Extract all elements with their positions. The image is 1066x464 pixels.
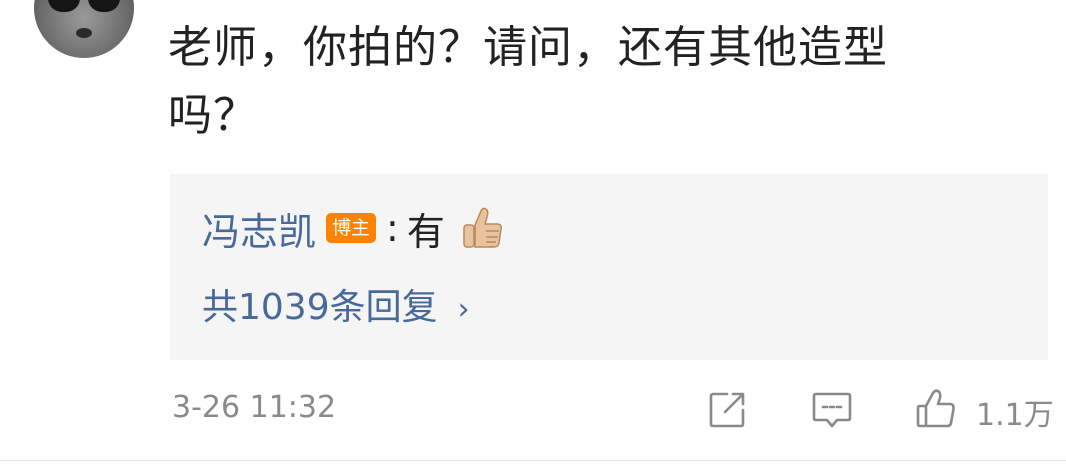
comment-icon[interactable] [811,388,853,430]
more-replies-link[interactable]: 共1039条回复 › [202,278,470,330]
like-count: 1.1万 [976,398,1054,433]
reply-content: 有 [406,209,445,254]
reply-author-name[interactable]: 冯志凯 [202,201,316,256]
like-icon[interactable] [915,388,957,430]
thumbs-up-emoji-icon [463,207,502,248]
reply-preview-box[interactable]: 冯志凯 博主 : 有 共1039条回复 › [170,174,1048,360]
reply-row: 冯志凯 博主 : 有 [202,202,505,254]
comment-text-line2: 吗？ [168,90,258,141]
avatar[interactable] [34,0,134,58]
share-icon[interactable] [707,388,749,430]
avatar-glasses-right [88,0,120,12]
reply-separator: : [386,206,399,250]
host-badge: 博主 [326,213,377,243]
comment-text-line1: 老师，你拍的？请问，还有其他造型 [168,22,888,73]
chevron-right-icon: › [457,292,470,327]
comment-timestamp: 3-26 11:32 [172,390,337,425]
avatar-glasses-left [48,0,80,12]
more-replies-label: 共1039条回复 [202,287,438,328]
avatar-mouth [76,28,92,38]
comment-text: 老师，你拍的？请问，还有其他造型 吗？ [168,14,988,150]
divider [0,460,1066,461]
